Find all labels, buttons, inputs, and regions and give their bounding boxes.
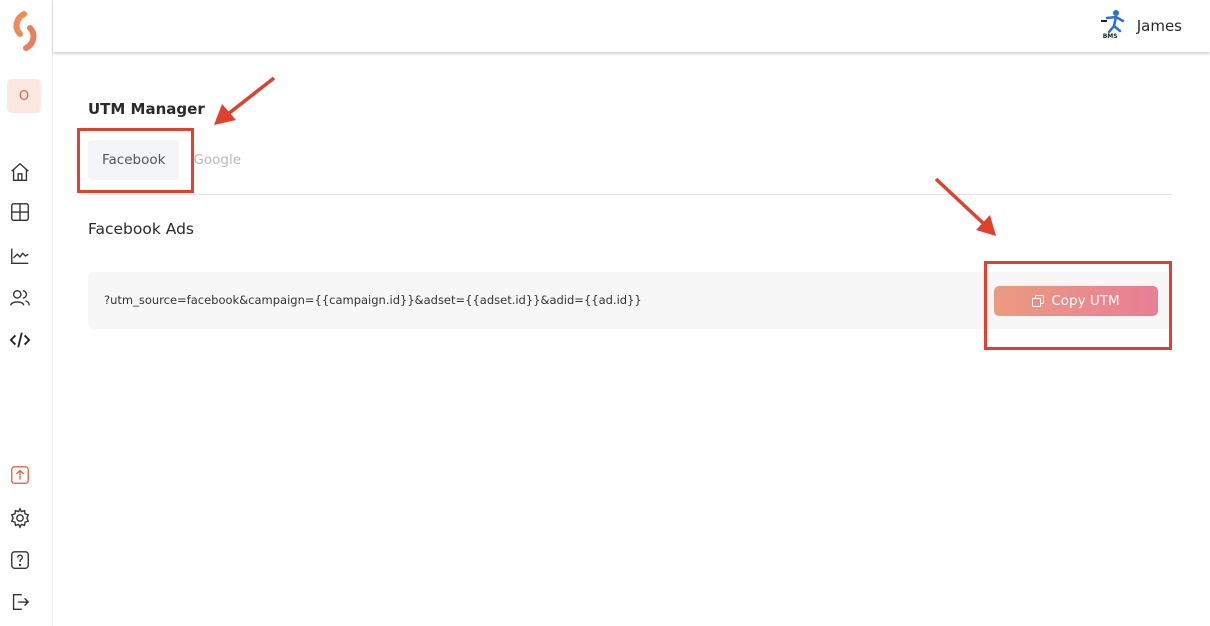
code-icon[interactable] [8, 328, 32, 352]
org-switcher[interactable]: O [7, 79, 41, 113]
dashboard-icon[interactable] [8, 200, 32, 224]
annotation-arrow-button [934, 177, 996, 236]
top-header: BMS James [53, 0, 1210, 52]
utm-string: ?utm_source=facebook&campaign={{campaign… [104, 293, 642, 307]
section-title: Facebook Ads [88, 220, 195, 238]
logout-icon[interactable] [8, 590, 32, 614]
help-icon[interactable] [8, 548, 32, 572]
home-icon[interactable] [8, 160, 32, 184]
app-logo[interactable] [8, 6, 44, 52]
annotation-box-copy-button [984, 261, 1172, 350]
tabs-divider [88, 194, 1172, 195]
company-logo: BMS [1099, 9, 1129, 43]
annotation-box-facebook-tab [77, 128, 194, 193]
page-title: UTM Manager [88, 100, 205, 118]
upload-icon[interactable] [8, 463, 32, 487]
company-logo-text: BMS [1102, 33, 1118, 40]
chart-icon[interactable] [8, 244, 32, 268]
sidebar: O [0, 0, 53, 626]
user-name: James [1136, 17, 1182, 35]
users-icon[interactable] [8, 286, 32, 310]
gear-icon[interactable] [8, 506, 32, 530]
user-menu[interactable]: BMS James [1099, 9, 1182, 43]
org-initial: O [18, 88, 30, 104]
annotation-arrow-tab [214, 76, 276, 125]
